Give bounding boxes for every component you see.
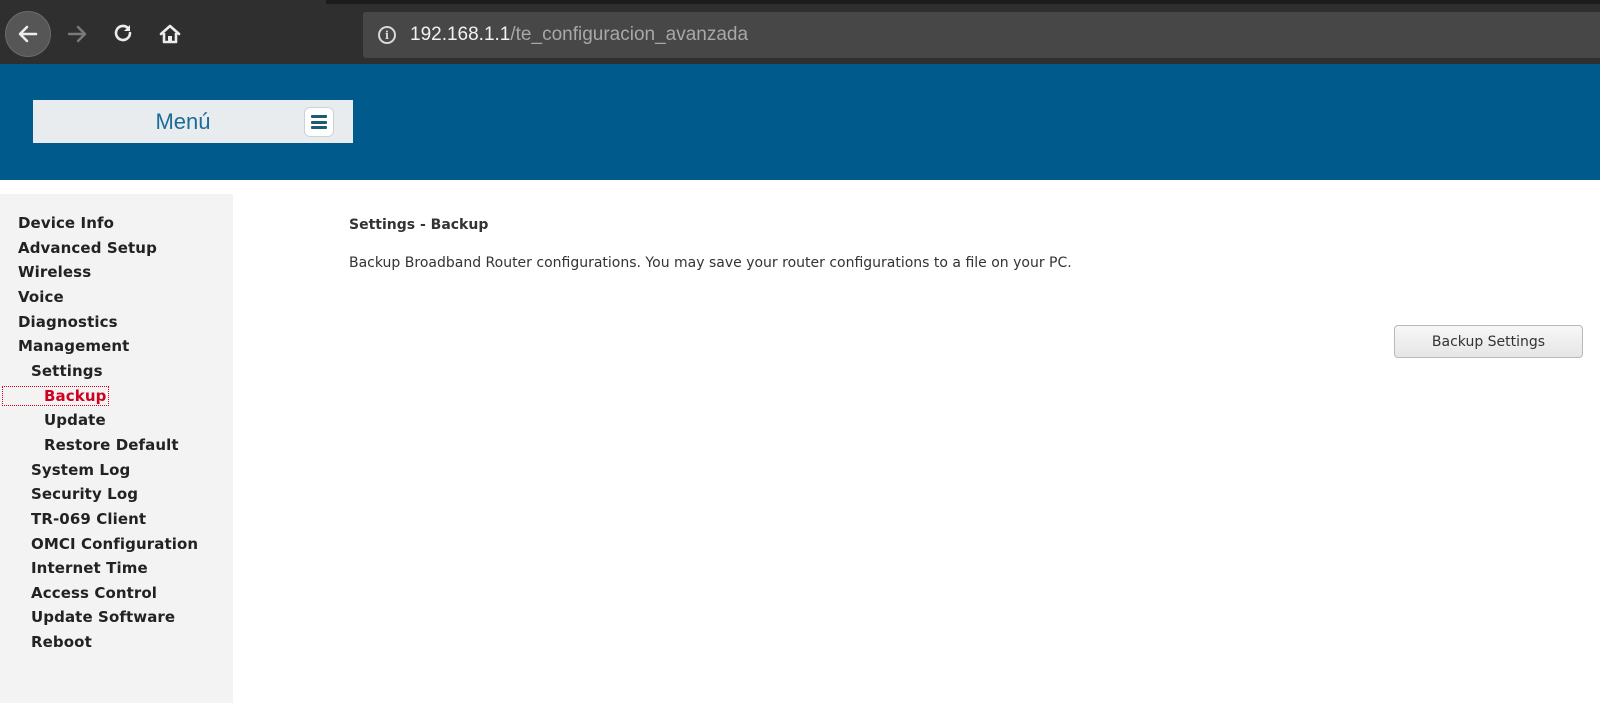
- sidebar-item-backup[interactable]: Backup: [1, 386, 110, 406]
- sidebar-item-restore-default[interactable]: Restore Default: [44, 436, 179, 454]
- sidebar-item-update[interactable]: Update: [44, 411, 106, 429]
- page-description: Backup Broadband Router configurations. …: [349, 255, 1072, 271]
- menu-button[interactable]: Menú: [33, 100, 353, 143]
- sidebar-item-voice[interactable]: Voice: [18, 288, 64, 306]
- sidebar-item-security-log[interactable]: Security Log: [31, 485, 138, 503]
- reload-button[interactable]: [101, 12, 145, 56]
- backup-settings-button[interactable]: Backup Settings: [1394, 325, 1583, 358]
- back-arrow-icon: [18, 25, 38, 43]
- browser-toolbar: i 192.168.1.1/te_configuracion_avanzada: [0, 0, 1600, 64]
- reload-icon: [114, 24, 132, 42]
- sidebar-item-settings[interactable]: Settings: [31, 362, 103, 380]
- sidebar-item-internet-time[interactable]: Internet Time: [31, 559, 148, 577]
- home-button[interactable]: [148, 12, 192, 56]
- sidebar-item-system-log[interactable]: System Log: [31, 461, 130, 479]
- info-icon[interactable]: i: [378, 26, 396, 44]
- page-title: Settings - Backup: [349, 217, 489, 233]
- tab-strip-edge: [326, 0, 1600, 4]
- home-icon: [159, 24, 181, 44]
- sidebar-item-device-info[interactable]: Device Info: [18, 214, 114, 232]
- menu-label: Menú: [155, 109, 211, 134]
- page-header: Menú: [0, 64, 1600, 180]
- sidebar-item-advanced-setup[interactable]: Advanced Setup: [18, 239, 157, 257]
- sidebar-nav: Device Info Advanced Setup Wireless Voic…: [0, 194, 233, 703]
- address-bar[interactable]: i 192.168.1.1/te_configuracion_avanzada: [363, 12, 1600, 58]
- sidebar-item-omci-configuration[interactable]: OMCI Configuration: [31, 535, 198, 553]
- forward-arrow-icon: [67, 25, 87, 43]
- back-button[interactable]: [5, 11, 51, 57]
- url-path: /te_configuracion_avanzada: [510, 24, 749, 45]
- sidebar-item-diagnostics[interactable]: Diagnostics: [18, 313, 118, 331]
- sidebar-item-reboot[interactable]: Reboot: [31, 633, 92, 651]
- url-host: 192.168.1.1: [410, 24, 511, 45]
- sidebar-item-wireless[interactable]: Wireless: [18, 263, 91, 281]
- hamburger-icon[interactable]: [305, 108, 333, 136]
- sidebar-item-tr069-client[interactable]: TR-069 Client: [31, 510, 146, 528]
- forward-button[interactable]: [55, 12, 99, 56]
- sidebar-item-update-software[interactable]: Update Software: [31, 608, 175, 626]
- sidebar-item-access-control[interactable]: Access Control: [31, 584, 157, 602]
- sidebar-item-management[interactable]: Management: [18, 337, 129, 355]
